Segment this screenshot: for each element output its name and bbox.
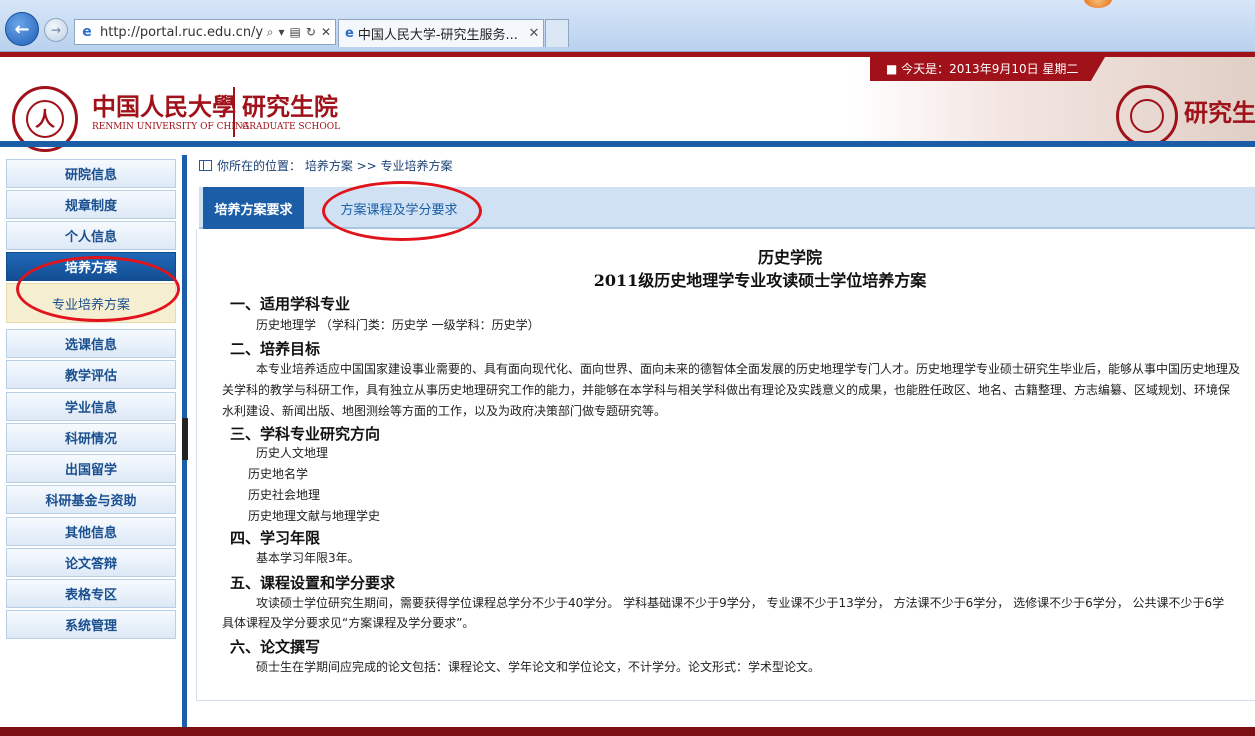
section-heading: 五、课程设置和学分要求	[230, 574, 396, 592]
browser-orb-icon	[1084, 0, 1112, 8]
sidebar-item-teaching-eval[interactable]: 教学评估	[6, 360, 176, 389]
close-icon[interactable]: ✕	[525, 26, 543, 41]
section-text: 关学科的教学与科研工作，具有独立从事历史地理研究工作的能力，并能够在本学科与相关…	[222, 383, 1231, 397]
logo-en: RENMIN UNIVERSITY OF CHINA	[92, 122, 250, 132]
footer-bar	[0, 727, 1255, 736]
sidebar-item-academic-info[interactable]: 学业信息	[6, 392, 176, 421]
sidebar-item-study-abroad[interactable]: 出国留学	[6, 454, 176, 483]
back-arrow-icon: ←	[14, 18, 30, 40]
section-heading: 六、论文撰写	[230, 638, 321, 656]
sidebar-item-system-admin[interactable]: 系统管理	[6, 610, 176, 639]
header-right-title: 研究生	[1184, 98, 1255, 127]
date-display: ■ 今天是：2013年9月10日 星期二	[870, 57, 1105, 81]
refresh-icon[interactable]: ↻	[306, 25, 316, 40]
header-divider	[0, 141, 1255, 147]
sidebar: 研院信息 规章制度 个人信息 培养方案 专业培养方案 选课信息 教学评估 学业信…	[6, 155, 178, 645]
list-item: 历史人文地理	[256, 446, 329, 460]
section-text: 具体课程及学分要求见“方案课程及学分要求”。	[222, 616, 475, 630]
right-seal-icon	[1116, 85, 1178, 147]
sidebar-item-regulations[interactable]: 规章制度	[6, 190, 176, 219]
browser-tab[interactable]: e 中国人民大学-研究生服务... ✕	[338, 19, 544, 47]
section-text: 本专业培养适应中国国家建设事业需要的、具有面向现代化、面向世界、面向未来的德智体…	[256, 362, 1241, 376]
content-tabs: 培养方案要求 方案课程及学分要求	[199, 187, 1255, 229]
tab-course-credits[interactable]: 方案课程及学分要求	[324, 187, 474, 229]
compat-icon[interactable]: ▤	[290, 25, 301, 40]
section-heading: 四、学习年限	[230, 529, 321, 547]
section-heading: 三、学科专业研究方向	[230, 425, 381, 443]
address-bar[interactable]: e http://portal.ruc.edu.cn/y ⌕ ▾ ▤ ↻ ✕	[74, 19, 336, 45]
address-tools: ⌕ ▾ ▤ ↻ ✕	[267, 25, 335, 40]
section-text: 硕士生在学期间应完成的论文包括：课程论文、学年论文和学位论文，不计学分。论文形式…	[256, 660, 821, 674]
sidebar-item-research-info[interactable]: 研院信息	[6, 159, 176, 188]
site-header: 人 中国人民大學 研究生院 RENMIN UNIVERSITY OF CHINA…	[0, 52, 1255, 152]
list-item: 历史地名学	[248, 467, 309, 481]
document-college: 历史学院	[757, 248, 822, 267]
logo-cn-school: 研究生院	[242, 92, 338, 121]
list-item: 历史地理文献与地理学史	[248, 509, 381, 523]
browser-toolbar: ← → e http://portal.ruc.edu.cn/y ⌕ ▾ ▤ ↻…	[0, 0, 1255, 52]
logo-en-school: GRADUATE SCHOOL	[242, 122, 341, 132]
forward-button[interactable]: →	[44, 18, 68, 42]
document-title: 2011级历史地理学专业攻读硕士学位培养方案	[593, 271, 927, 290]
ie-tab-icon: e	[345, 26, 354, 41]
tab-plan-requirements[interactable]: 培养方案要求	[203, 187, 304, 229]
logo-cn: 中国人民大學	[92, 92, 236, 121]
sidebar-item-funding[interactable]: 科研基金与资助	[6, 485, 176, 514]
tab-title: 中国人民大学-研究生服务...	[357, 28, 518, 43]
dropdown-icon[interactable]: ▾	[279, 25, 285, 40]
search-icon[interactable]: ⌕	[267, 25, 274, 40]
breadcrumb: 你所在的位置： 培养方案 >> 专业培养方案	[199, 157, 453, 174]
ie-page-icon: e	[82, 24, 92, 40]
section-heading: 一、适用学科专业	[230, 295, 351, 313]
section-text: 攻读硕士学位研究生期间，需要获得学位课程总学分不少于40学分。 学科基础课不少于…	[256, 596, 1225, 610]
sidebar-item-forms[interactable]: 表格专区	[6, 579, 176, 608]
forward-arrow-icon: →	[50, 23, 62, 37]
sidebar-item-course-selection[interactable]: 选课信息	[6, 329, 176, 358]
section-heading: 二、培养目标	[230, 340, 321, 358]
section-text: 水利建设、新闻出版、地图测绘等方面的工作，以及为政府决策部门做专题研究等。	[222, 404, 667, 418]
section-text: 历史地理学 （学科门类：历史学 一级学科：历史学）	[256, 318, 540, 332]
sidebar-item-research-status[interactable]: 科研情况	[6, 423, 176, 452]
section-text: 基本学习年限3年。	[256, 551, 360, 565]
address-url[interactable]: http://portal.ruc.edu.cn/y	[100, 25, 267, 40]
stop-icon[interactable]: ✕	[321, 25, 331, 40]
back-button[interactable]: ←	[5, 12, 39, 46]
breadcrumb-text: 你所在的位置： 培养方案 >> 专业培养方案	[217, 159, 453, 173]
sidebar-item-thesis-defense[interactable]: 论文答辩	[6, 548, 176, 577]
list-item: 历史社会地理	[248, 488, 321, 502]
sidebar-item-other-info[interactable]: 其他信息	[6, 517, 176, 546]
location-icon	[199, 160, 212, 171]
new-tab-button[interactable]	[545, 19, 569, 47]
sidebar-collapse-handle[interactable]	[182, 418, 188, 460]
